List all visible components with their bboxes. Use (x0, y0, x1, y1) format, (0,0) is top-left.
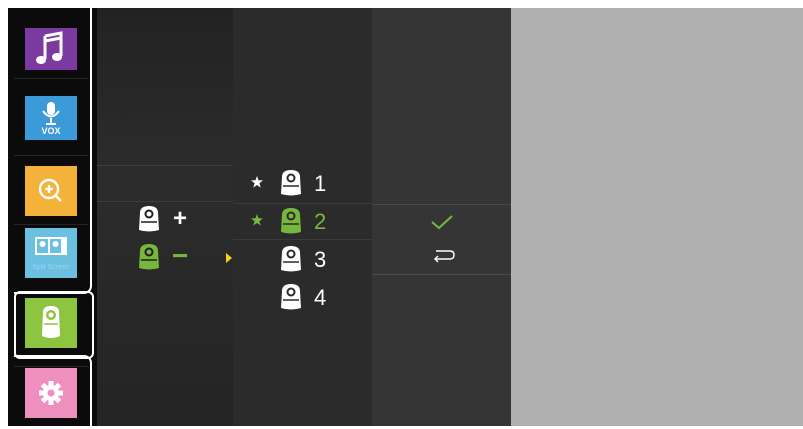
divider (372, 274, 511, 275)
selection-frame-active (14, 291, 94, 359)
divider (97, 201, 233, 202)
add-symbol: + (173, 205, 188, 232)
camera-list-item-active[interactable]: 2 (247, 204, 357, 238)
camera-icon (281, 170, 301, 196)
back-button[interactable] (422, 244, 462, 270)
camera-list-item[interactable]: 4 (247, 280, 357, 314)
add-remove-panel: + − (97, 8, 233, 426)
camera-icon (281, 208, 301, 234)
camera-number: 1 (314, 171, 327, 196)
star-icon (251, 214, 263, 226)
camera-number: 3 (314, 247, 327, 272)
divider (233, 203, 372, 204)
camera-list-panel: 1 2 3 4 (233, 8, 372, 426)
add-camera-row[interactable]: + (133, 204, 193, 234)
empty-area (511, 8, 803, 426)
camera-icon (139, 244, 159, 270)
remove-camera-row[interactable]: − (133, 240, 193, 272)
confirm-button[interactable] (422, 208, 462, 236)
camera-list-item[interactable]: 3 (247, 242, 357, 276)
divider (372, 204, 511, 205)
camera-number: 4 (314, 285, 327, 310)
remove-symbol: − (172, 240, 189, 271)
camera-list-item[interactable]: 1 (247, 166, 357, 200)
divider (233, 239, 372, 240)
star-icon (251, 176, 263, 188)
camera-icon (281, 284, 301, 310)
camera-icon (139, 206, 159, 232)
return-icon (434, 250, 455, 263)
selection-frame (14, 355, 92, 429)
selection-frame (14, 8, 92, 294)
checkmark-icon (431, 215, 453, 230)
camera-number: 2 (314, 209, 327, 234)
camera-icon (281, 246, 301, 272)
divider (97, 165, 233, 166)
confirm-panel (372, 8, 511, 426)
